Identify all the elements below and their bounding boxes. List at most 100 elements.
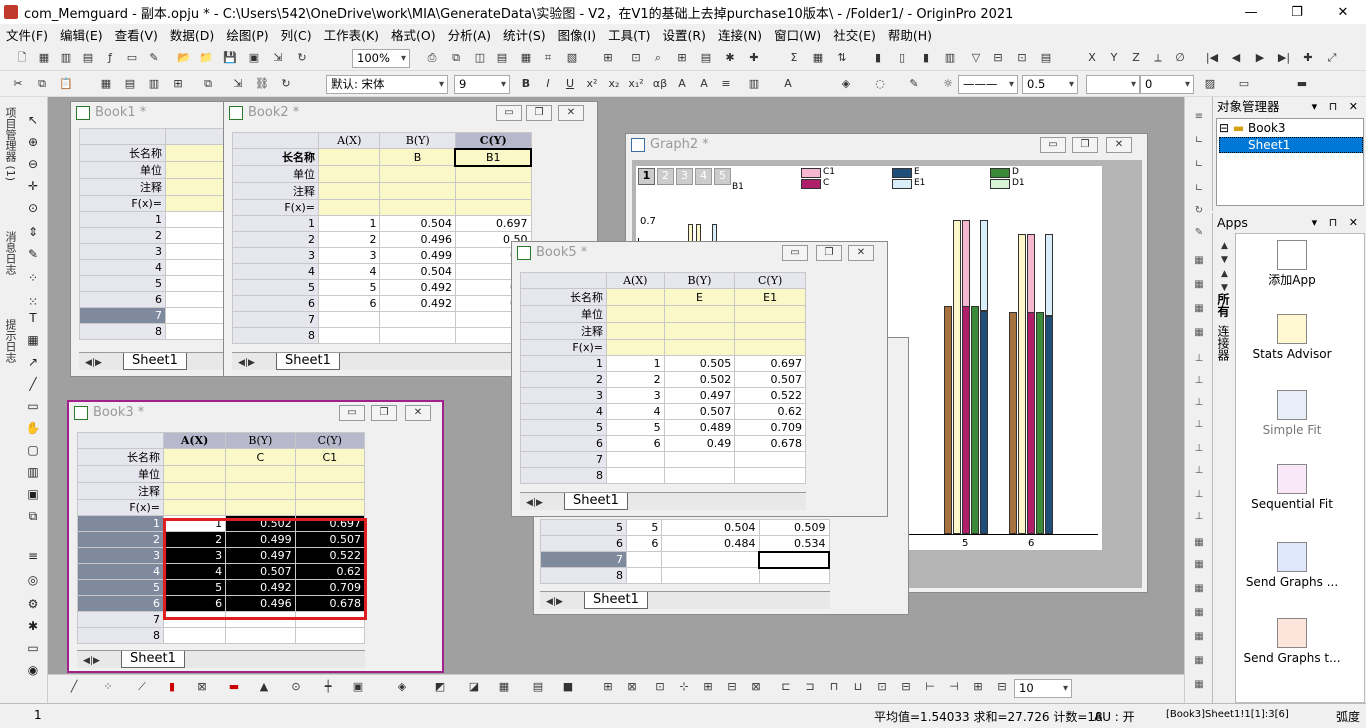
sheet-nav-icon[interactable]: ◀|▶ bbox=[238, 355, 255, 372]
refresh-data-icon[interactable]: ↻ bbox=[278, 76, 294, 92]
align-right-icon[interactable]: ⊐ bbox=[802, 679, 818, 695]
y-axis-icon[interactable]: Y bbox=[1106, 50, 1122, 66]
col-header-b[interactable]: B(Y) bbox=[663, 272, 736, 289]
layer-2-button[interactable]: 2 bbox=[657, 168, 674, 185]
results-log-icon[interactable]: ▤ bbox=[494, 50, 510, 66]
layer-icon[interactable]: ≡ bbox=[1190, 111, 1208, 127]
col-header-b[interactable]: B(Y) bbox=[379, 132, 456, 149]
hierarchy-icon[interactable]: ⊞ bbox=[600, 50, 616, 66]
row-header[interactable]: 2 bbox=[79, 227, 166, 244]
matrix-tools-icon[interactable]: ▥ bbox=[146, 76, 162, 92]
menu-worksheet[interactable]: 工作表(K) bbox=[318, 25, 385, 44]
merge-icon[interactable]: ⊞ bbox=[600, 679, 616, 695]
sheet1-tab[interactable]: Sheet1 bbox=[123, 353, 187, 370]
histogram-icon[interactable]: ▬ bbox=[226, 679, 242, 695]
grid-icon[interactable]: ▦ bbox=[1190, 607, 1208, 623]
new-graph-icon[interactable]: ▥ bbox=[58, 50, 74, 66]
sheet-nav-icon[interactable]: ◀|▶ bbox=[83, 653, 100, 670]
new-project-icon[interactable]: 🗋 bbox=[14, 50, 30, 66]
refresh-icon[interactable]: ↻ bbox=[294, 50, 310, 66]
sheet-nav-prev-icon[interactable]: ◀|▶ bbox=[85, 355, 102, 372]
row-header[interactable]: 6 bbox=[79, 291, 166, 308]
line-plot-icon[interactable]: ╱ bbox=[66, 679, 82, 695]
layer-1-button[interactable]: 1 bbox=[638, 168, 655, 185]
bar[interactable] bbox=[1027, 312, 1035, 534]
axis-icon[interactable]: ⊥ bbox=[1190, 465, 1208, 481]
col-header-a[interactable]: A(X) bbox=[606, 272, 665, 289]
column-width-icon[interactable]: ▥ bbox=[746, 76, 762, 92]
layer-4-button[interactable]: 4 bbox=[695, 168, 712, 185]
same-width-icon[interactable]: ⊢ bbox=[922, 679, 938, 695]
screen-reader-icon[interactable]: ⊙ bbox=[24, 199, 42, 217]
menu-view[interactable]: 查看(V) bbox=[109, 25, 164, 44]
grid-icon[interactable]: ▦ bbox=[1190, 327, 1208, 343]
image-plot-icon[interactable]: ▤ bbox=[530, 679, 546, 695]
arrange-icon[interactable]: ⊹ bbox=[676, 679, 692, 695]
col-header-a[interactable]: A(X) bbox=[162, 432, 227, 449]
close-button[interactable]: ✕ bbox=[1320, 0, 1366, 24]
filter-icon[interactable]: ▽ bbox=[968, 50, 984, 66]
axis-icon[interactable]: ⊥ bbox=[1190, 353, 1208, 369]
next-icon[interactable]: ▶ bbox=[1252, 50, 1268, 66]
paste-icon[interactable]: 📋 bbox=[58, 76, 74, 92]
first-icon[interactable]: |◀ bbox=[1204, 50, 1220, 66]
3d-plot-icon[interactable]: ◈ bbox=[394, 679, 410, 695]
font-grow-icon[interactable]: A bbox=[674, 76, 690, 92]
close-button[interactable]: ✕ bbox=[848, 245, 874, 261]
stacked-chart-icon[interactable]: ▯ bbox=[894, 50, 910, 66]
axis-icon[interactable]: ⊥ bbox=[1190, 375, 1208, 391]
bar[interactable] bbox=[1009, 312, 1017, 534]
bar[interactable] bbox=[1045, 234, 1053, 316]
line-symbol-icon[interactable]: ⟋ bbox=[134, 679, 150, 695]
col-header-a[interactable]: A(X) bbox=[317, 132, 381, 149]
app-send-graphs-ppt[interactable]: Send Graphs t... bbox=[1236, 618, 1348, 666]
menu-preferences[interactable]: 设置(R) bbox=[657, 25, 712, 44]
grid-icon[interactable]: ▦ bbox=[1190, 631, 1208, 647]
rectangle-tool-icon[interactable]: ▭ bbox=[24, 397, 42, 415]
longname-cell[interactable]: B bbox=[379, 148, 456, 166]
row-header[interactable]: 8 bbox=[79, 323, 166, 340]
superscript-icon[interactable]: x² bbox=[584, 76, 600, 92]
minimize-button[interactable]: ▭ bbox=[339, 405, 365, 421]
grid-icon[interactable]: ▦ bbox=[1190, 559, 1208, 575]
longname-cell[interactable]: C1 bbox=[294, 448, 366, 466]
z-axis-icon[interactable]: Z bbox=[1128, 50, 1144, 66]
copy-icon[interactable]: ⧉ bbox=[34, 76, 50, 92]
menu-help[interactable]: 帮助(H) bbox=[882, 25, 938, 44]
pencil-icon[interactable]: ✎ bbox=[1190, 227, 1208, 243]
axis-icon[interactable]: ⊥ bbox=[1190, 489, 1208, 505]
col-header-c[interactable]: C(Y) bbox=[294, 432, 366, 449]
none-icon[interactable]: ∅ bbox=[1172, 50, 1188, 66]
new-workbook-icon[interactable]: ▦ bbox=[36, 50, 52, 66]
zoom-out-icon[interactable]: ⊖ bbox=[24, 155, 42, 173]
menu-lines-icon[interactable]: ≡ bbox=[24, 547, 42, 565]
stock-plot-icon[interactable]: ┿ bbox=[320, 679, 336, 695]
box-plot-icon[interactable]: ⊠ bbox=[194, 679, 210, 695]
record-tool-icon[interactable]: ◉ bbox=[24, 661, 42, 679]
data-selector-icon[interactable]: ⇕ bbox=[24, 223, 42, 241]
bar[interactable] bbox=[962, 306, 970, 534]
add-sheet-icon[interactable]: ▤ bbox=[122, 76, 138, 92]
menu-plot[interactable]: 绘图(P) bbox=[220, 25, 274, 44]
grid-icon[interactable]: ▦ bbox=[1190, 303, 1208, 319]
close-button[interactable]: ✕ bbox=[558, 105, 584, 121]
menu-column[interactable]: 列(C) bbox=[275, 25, 318, 44]
line-icon[interactable]: ∟ bbox=[1190, 135, 1208, 151]
fill-icon[interactable]: ▬ bbox=[1294, 76, 1310, 92]
align-layer-icon[interactable]: ⊞ bbox=[700, 679, 716, 695]
gray-box-icon[interactable]: ■ bbox=[560, 679, 576, 695]
close-button[interactable]: ✕ bbox=[405, 405, 431, 421]
column-chart-icon[interactable]: ▮ bbox=[918, 50, 934, 66]
script-icon[interactable]: ▤ bbox=[698, 50, 714, 66]
save-icon[interactable]: 💾 bbox=[222, 50, 238, 66]
line-color-icon[interactable]: ✎ bbox=[906, 76, 922, 92]
command-window-icon[interactable]: ▦ bbox=[518, 50, 534, 66]
apps-tab-connectors[interactable]: 连接器 bbox=[1215, 325, 1232, 361]
data-reader-icon[interactable]: ⊞ bbox=[674, 50, 690, 66]
sheet-nav-icon[interactable]: ◀|▶ bbox=[546, 594, 563, 611]
bar[interactable] bbox=[980, 311, 988, 534]
draw-data-icon[interactable]: ✎ bbox=[24, 245, 42, 263]
layer-tool-icon[interactable]: ⧉ bbox=[24, 507, 42, 525]
last-icon[interactable]: ▶| bbox=[1276, 50, 1292, 66]
line-icon[interactable]: ∟ bbox=[1190, 183, 1208, 199]
